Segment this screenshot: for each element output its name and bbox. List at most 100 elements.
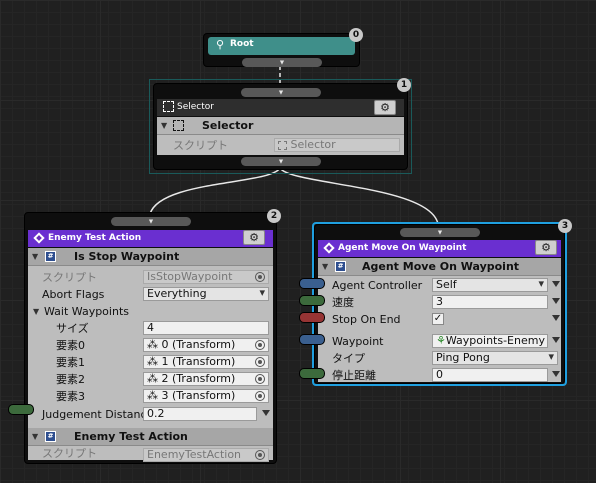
selector-component-header[interactable]: ▼ Selector: [157, 117, 404, 135]
enemy-title-bar: Enemy Test Action: [28, 230, 273, 247]
judgement-distance-label: Judgement Distance: [42, 408, 154, 421]
node-index-badge: 3: [558, 219, 572, 233]
abort-flags-dropdown[interactable]: Everything: [143, 287, 269, 301]
selector-input-port[interactable]: [240, 88, 321, 97]
transform-icon: ⁂: [147, 338, 162, 351]
transform-icon: ⁂: [147, 372, 162, 385]
dropdown-arrow-icon[interactable]: [552, 298, 560, 304]
action-diamond-icon: [323, 242, 335, 254]
transform-icon: ⁂: [147, 389, 162, 402]
size-row: サイズ 4: [28, 320, 273, 337]
script-row: スクリプト Selector: [157, 137, 404, 154]
wait-waypoints-label: Wait Waypoints: [44, 305, 129, 318]
dropdown-arrow-icon[interactable]: [262, 410, 270, 416]
element-row: 要素2 ⁂ 2 (Transform): [28, 371, 273, 388]
dropdown-arrow-icon[interactable]: [552, 337, 560, 343]
selector-icon: [163, 101, 174, 112]
element-label: 要素3: [56, 390, 85, 403]
script-field: Selector: [274, 138, 400, 152]
input-port-agent-controller[interactable]: [299, 278, 325, 289]
input-port-stop-distance[interactable]: [299, 368, 325, 379]
size-input[interactable]: 4: [143, 321, 269, 335]
agent-controller-dropdown[interactable]: Self: [432, 278, 548, 292]
agent-move-on-waypoint-node[interactable]: Agent Move On Waypoint ⚙ ▼ # Agent Move …: [314, 219, 572, 384]
stop-distance-label: 停止距離: [332, 369, 376, 382]
wait-waypoints-row[interactable]: ▼ Wait Waypoints: [28, 303, 273, 320]
agent-input-port[interactable]: [399, 228, 480, 237]
fold-triangle-icon[interactable]: ▼: [322, 258, 328, 276]
stop-on-end-row: Stop On End ✓: [318, 311, 561, 328]
fold-triangle-icon[interactable]: ▼: [161, 117, 167, 135]
stop-distance-input[interactable]: 0: [432, 368, 548, 382]
node-index-badge: 1: [397, 78, 411, 92]
enemy-test-action-header[interactable]: ▼ # Enemy Test Action: [28, 428, 273, 446]
is-stop-waypoint-title: Is Stop Waypoint: [74, 250, 180, 263]
fold-triangle-icon[interactable]: ▼: [33, 303, 39, 320]
agent-component-title: Agent Move On Waypoint: [362, 260, 520, 273]
size-label: サイズ: [56, 322, 89, 335]
stop-distance-row: 停止距離 0: [318, 367, 561, 384]
script-row: スクリプト EnemyTestAction: [28, 447, 273, 462]
script-file-icon: #: [335, 261, 346, 272]
type-dropdown[interactable]: Ping Pong: [432, 351, 558, 365]
type-row: タイプ Ping Pong: [318, 350, 561, 367]
waypoint-field[interactable]: ⚘Waypoints-Enemy: [432, 334, 548, 348]
speed-label: 速度: [332, 296, 354, 309]
gear-icon[interactable]: ⚙: [535, 240, 557, 255]
enemy-inspector: ▼ # Is Stop Waypoint スクリプト IsStopWaypoin…: [28, 248, 273, 462]
input-port-waypoint[interactable]: [299, 334, 325, 345]
root-output-port[interactable]: [241, 58, 322, 67]
dropdown-arrow-icon[interactable]: [552, 315, 560, 321]
abort-flags-label: Abort Flags: [42, 288, 105, 301]
gear-icon[interactable]: ⚙: [243, 230, 265, 245]
input-port-judgement-distance[interactable]: [8, 404, 34, 415]
object-picker-icon[interactable]: [255, 272, 265, 282]
script-file-icon: #: [45, 431, 56, 442]
gear-icon[interactable]: ⚙: [374, 100, 396, 115]
element-field[interactable]: ⁂ 0 (Transform): [143, 338, 269, 352]
abort-flags-row: Abort Flags Everything: [28, 286, 273, 303]
selector-output-port[interactable]: [240, 157, 321, 166]
input-port-speed[interactable]: [299, 295, 325, 306]
selector-inspector: ▼ Selector スクリプト Selector: [157, 117, 404, 155]
waypoint-row: Waypoint ⚘Waypoints-Enemy: [318, 333, 561, 350]
object-picker-icon[interactable]: [255, 340, 265, 350]
object-picker-icon[interactable]: [255, 391, 265, 401]
selector-node[interactable]: Selector ⚙ ▼ Selector スクリプト Selector 1: [153, 78, 411, 170]
dropdown-arrow-icon[interactable]: [552, 281, 560, 287]
dropdown-arrow-icon[interactable]: [552, 371, 560, 377]
stop-on-end-label: Stop On End: [332, 313, 401, 326]
type-label: タイプ: [332, 352, 365, 365]
input-port-stop-on-end[interactable]: [299, 312, 325, 323]
script-label: スクリプト: [42, 271, 97, 284]
action-diamond-icon: [33, 232, 45, 244]
object-picker-icon[interactable]: [255, 450, 265, 460]
selector-title: Selector: [177, 102, 214, 112]
script-label: スクリプト: [42, 447, 97, 460]
enemy-test-action-node[interactable]: Enemy Test Action ⚙ ▼ # Is Stop Waypoint…: [24, 209, 281, 464]
fold-triangle-icon[interactable]: ▼: [32, 428, 38, 446]
speed-input[interactable]: 3: [432, 295, 548, 309]
selector-title-bar: Selector: [157, 99, 404, 116]
script-file-icon: #: [45, 251, 56, 262]
waypoints-component-icon: ⚘: [436, 334, 446, 347]
element-field[interactable]: ⁂ 3 (Transform): [143, 389, 269, 403]
fold-triangle-icon[interactable]: ▼: [32, 248, 38, 266]
script-field: EnemyTestAction: [143, 448, 269, 462]
enemy-input-port[interactable]: [110, 217, 191, 226]
script-label: スクリプト: [173, 139, 228, 152]
object-picker-icon[interactable]: [255, 357, 265, 367]
element-field[interactable]: ⁂ 2 (Transform): [143, 372, 269, 386]
root-node[interactable]: ⚲ Root 0: [203, 28, 363, 67]
is-stop-waypoint-header[interactable]: ▼ # Is Stop Waypoint: [28, 248, 273, 266]
element-label: 要素0: [56, 339, 85, 352]
root-title-bar: ⚲ Root: [208, 37, 355, 55]
element-field[interactable]: ⁂ 1 (Transform): [143, 355, 269, 369]
element-row: 要素0 ⁂ 0 (Transform): [28, 337, 273, 354]
agent-component-header[interactable]: ▼ # Agent Move On Waypoint: [318, 258, 561, 276]
judgement-distance-row: Judgement Distance 0.2: [28, 406, 273, 423]
object-picker-icon[interactable]: [255, 374, 265, 384]
judgement-distance-input[interactable]: 0.2: [143, 407, 257, 421]
stop-on-end-checkbox[interactable]: ✓: [432, 313, 444, 325]
script-field: IsStopWaypoint: [143, 270, 269, 284]
